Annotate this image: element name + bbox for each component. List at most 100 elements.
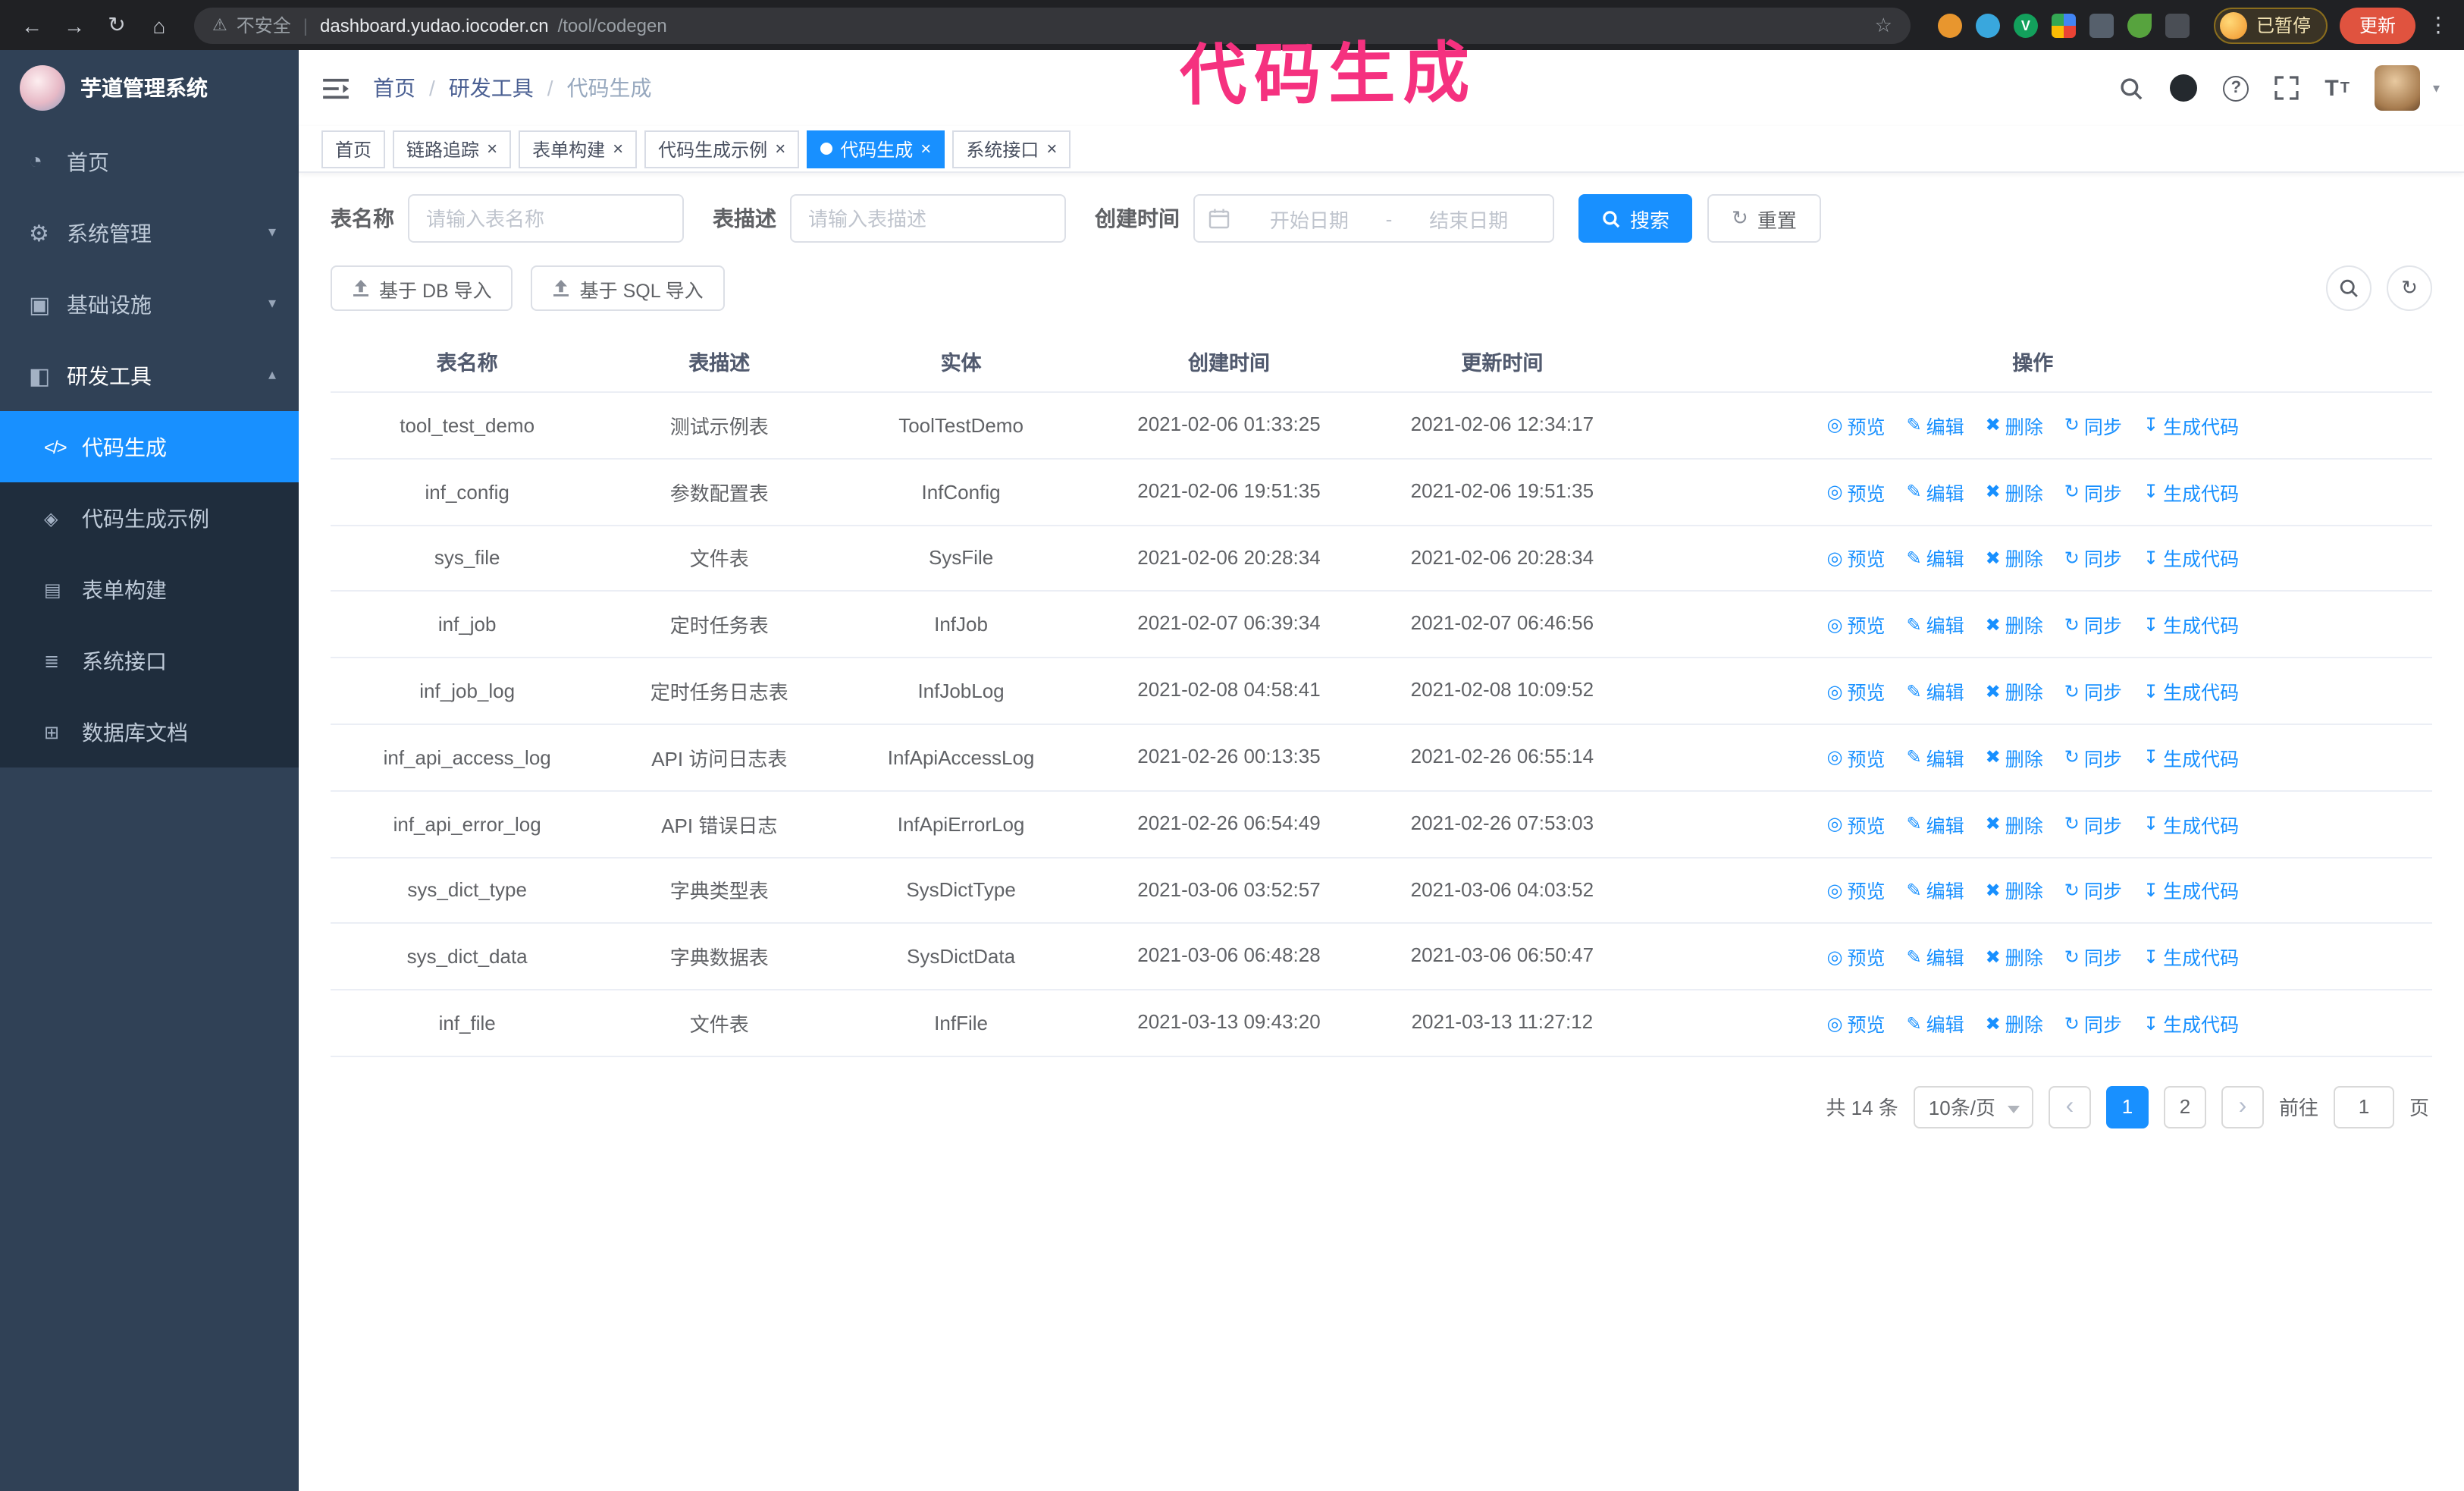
delete-link[interactable]: ✖ 删除 xyxy=(1986,809,2043,838)
toggle-search-button[interactable] xyxy=(2326,265,2372,311)
fullscreen-icon[interactable] xyxy=(2274,76,2299,100)
generate-link[interactable]: ↧ 生成代码 xyxy=(2143,809,2239,838)
profile-paused-badge[interactable]: 已暂停 xyxy=(2213,7,2328,43)
delete-link[interactable]: ✖ 删除 xyxy=(1986,943,2043,972)
sync-link[interactable]: ↻ 同步 xyxy=(2064,743,2122,772)
sync-link[interactable]: ↻ 同步 xyxy=(2064,676,2122,705)
edit-link[interactable]: ✎ 编辑 xyxy=(1906,809,1964,838)
preview-link[interactable]: ◎ 预览 xyxy=(1826,477,1885,506)
sync-link[interactable]: ↻ 同步 xyxy=(2064,477,2122,506)
import-sql-button[interactable]: 基于 SQL 导入 xyxy=(531,265,725,311)
page-size-select[interactable]: 10条/页 xyxy=(1913,1085,2033,1128)
import-db-button[interactable]: 基于 DB 导入 xyxy=(331,265,513,311)
delete-link[interactable]: ✖ 删除 xyxy=(1986,743,2043,772)
tab-close-icon[interactable]: × xyxy=(920,140,931,158)
edit-link[interactable]: ✎ 编辑 xyxy=(1906,544,1964,573)
edit-link[interactable]: ✎ 编辑 xyxy=(1906,876,1964,905)
extension-icon[interactable] xyxy=(2051,13,2076,37)
address-bar[interactable]: ⚠ 不安全 | dashboard.yudao.iocoder.cn/tool/… xyxy=(194,7,1911,43)
preview-link[interactable]: ◎ 预览 xyxy=(1826,943,1885,972)
delete-link[interactable]: ✖ 删除 xyxy=(1986,544,2043,573)
preview-link[interactable]: ◎ 预览 xyxy=(1826,411,1885,440)
preview-link[interactable]: ◎ 预览 xyxy=(1826,876,1885,905)
browser-forward-icon[interactable]: → xyxy=(55,5,94,45)
extension-icon[interactable] xyxy=(1937,13,1962,37)
edit-link[interactable]: ✎ 编辑 xyxy=(1906,743,1964,772)
prev-page-button[interactable]: ‹ xyxy=(2048,1085,2091,1128)
preview-link[interactable]: ◎ 预览 xyxy=(1826,611,1885,639)
search-button[interactable]: 搜索 xyxy=(1578,194,1693,243)
delete-link[interactable]: ✖ 删除 xyxy=(1986,411,2043,440)
sync-link[interactable]: ↻ 同步 xyxy=(2064,544,2122,573)
browser-menu-icon[interactable]: ⋮ xyxy=(2425,12,2452,38)
tab-close-icon[interactable]: × xyxy=(487,140,497,158)
delete-link[interactable]: ✖ 删除 xyxy=(1986,1009,2043,1037)
goto-page-input[interactable] xyxy=(2333,1085,2394,1128)
generate-link[interactable]: ↧ 生成代码 xyxy=(2143,676,2239,705)
next-page-button[interactable]: › xyxy=(2221,1085,2264,1128)
sidebar-subitem-codegen[interactable]: </> 代码生成 xyxy=(0,411,299,482)
sync-link[interactable]: ↻ 同步 xyxy=(2064,411,2122,440)
sync-link[interactable]: ↻ 同步 xyxy=(2064,943,2122,972)
generate-link[interactable]: ↧ 生成代码 xyxy=(2143,1009,2239,1037)
sync-link[interactable]: ↻ 同步 xyxy=(2064,809,2122,838)
delete-link[interactable]: ✖ 删除 xyxy=(1986,876,2043,905)
edit-link[interactable]: ✎ 编辑 xyxy=(1906,676,1964,705)
generate-link[interactable]: ↧ 生成代码 xyxy=(2143,611,2239,639)
extension-icon[interactable] xyxy=(2127,13,2152,37)
sync-link[interactable]: ↻ 同步 xyxy=(2064,611,2122,639)
github-icon[interactable] xyxy=(2170,74,2198,102)
tab-form-builder[interactable]: 表单构建 × xyxy=(519,130,638,168)
generate-link[interactable]: ↧ 生成代码 xyxy=(2143,943,2239,972)
search-icon[interactable] xyxy=(2118,75,2144,101)
preview-link[interactable]: ◎ 预览 xyxy=(1826,743,1885,772)
sidebar-item-home[interactable]: ◔ 首页 xyxy=(0,126,299,197)
browser-update-button[interactable]: 更新 xyxy=(2339,7,2415,43)
tab-codegen[interactable]: 代码生成 × xyxy=(807,130,945,168)
tab-close-icon[interactable]: × xyxy=(775,140,785,158)
sidebar-subitem-api[interactable]: ≣ 系统接口 xyxy=(0,625,299,696)
edit-link[interactable]: ✎ 编辑 xyxy=(1906,611,1964,639)
extension-icon[interactable] xyxy=(2013,13,2038,37)
extensions-puzzle-icon[interactable] xyxy=(2165,13,2190,37)
delete-link[interactable]: ✖ 删除 xyxy=(1986,611,2043,639)
tab-codegen-example[interactable]: 代码生成示例 × xyxy=(644,130,800,168)
date-range-picker[interactable]: 开始日期 - 结束日期 xyxy=(1193,194,1554,243)
edit-link[interactable]: ✎ 编辑 xyxy=(1906,943,1964,972)
extension-icon[interactable] xyxy=(1975,13,2000,37)
help-icon[interactable]: ? xyxy=(2223,75,2249,101)
user-avatar[interactable] xyxy=(2375,65,2421,111)
generate-link[interactable]: ↧ 生成代码 xyxy=(2143,411,2239,440)
sidebar-item-devtools[interactable]: ◧ 研发工具 ▴ xyxy=(0,340,299,411)
preview-link[interactable]: ◎ 预览 xyxy=(1826,676,1885,705)
page-button-1[interactable]: 1 xyxy=(2105,1085,2149,1128)
avatar-caret-icon[interactable]: ▾ xyxy=(2433,80,2440,96)
font-size-icon[interactable]: TT xyxy=(2324,75,2350,101)
generate-link[interactable]: ↧ 生成代码 xyxy=(2143,544,2239,573)
breadcrumb-item-1[interactable]: 研发工具 xyxy=(449,73,534,103)
tab-tracing[interactable]: 链路追踪 × xyxy=(393,130,512,168)
breadcrumb-item-0[interactable]: 首页 xyxy=(373,73,415,103)
tab-api[interactable]: 系统接口 × xyxy=(952,130,1071,168)
sync-link[interactable]: ↻ 同步 xyxy=(2064,876,2122,905)
sidebar-subitem-codegen-example[interactable]: ◈ 代码生成示例 xyxy=(0,482,299,554)
edit-link[interactable]: ✎ 编辑 xyxy=(1906,1009,1964,1037)
edit-link[interactable]: ✎ 编辑 xyxy=(1906,411,1964,440)
edit-link[interactable]: ✎ 编辑 xyxy=(1906,477,1964,506)
sidebar-subitem-form-builder[interactable]: ▤ 表单构建 xyxy=(0,554,299,625)
table-name-input[interactable] xyxy=(408,194,684,243)
tab-close-icon[interactable]: × xyxy=(613,140,623,158)
browser-reload-icon[interactable]: ↻ xyxy=(97,5,136,45)
browser-back-icon[interactable]: ← xyxy=(12,5,52,45)
preview-link[interactable]: ◎ 预览 xyxy=(1826,809,1885,838)
generate-link[interactable]: ↧ 生成代码 xyxy=(2143,477,2239,506)
reset-button[interactable]: ↻ 重置 xyxy=(1707,194,1821,243)
tab-home[interactable]: 首页 xyxy=(321,130,386,168)
delete-link[interactable]: ✖ 删除 xyxy=(1986,676,2043,705)
preview-link[interactable]: ◎ 预览 xyxy=(1826,1009,1885,1037)
generate-link[interactable]: ↧ 生成代码 xyxy=(2143,876,2239,905)
sidebar-item-system[interactable]: ⚙ 系统管理 ▾ xyxy=(0,197,299,268)
extension-icon[interactable] xyxy=(2089,13,2114,37)
refresh-table-button[interactable]: ↻ xyxy=(2387,265,2432,311)
hamburger-icon[interactable] xyxy=(323,77,349,99)
